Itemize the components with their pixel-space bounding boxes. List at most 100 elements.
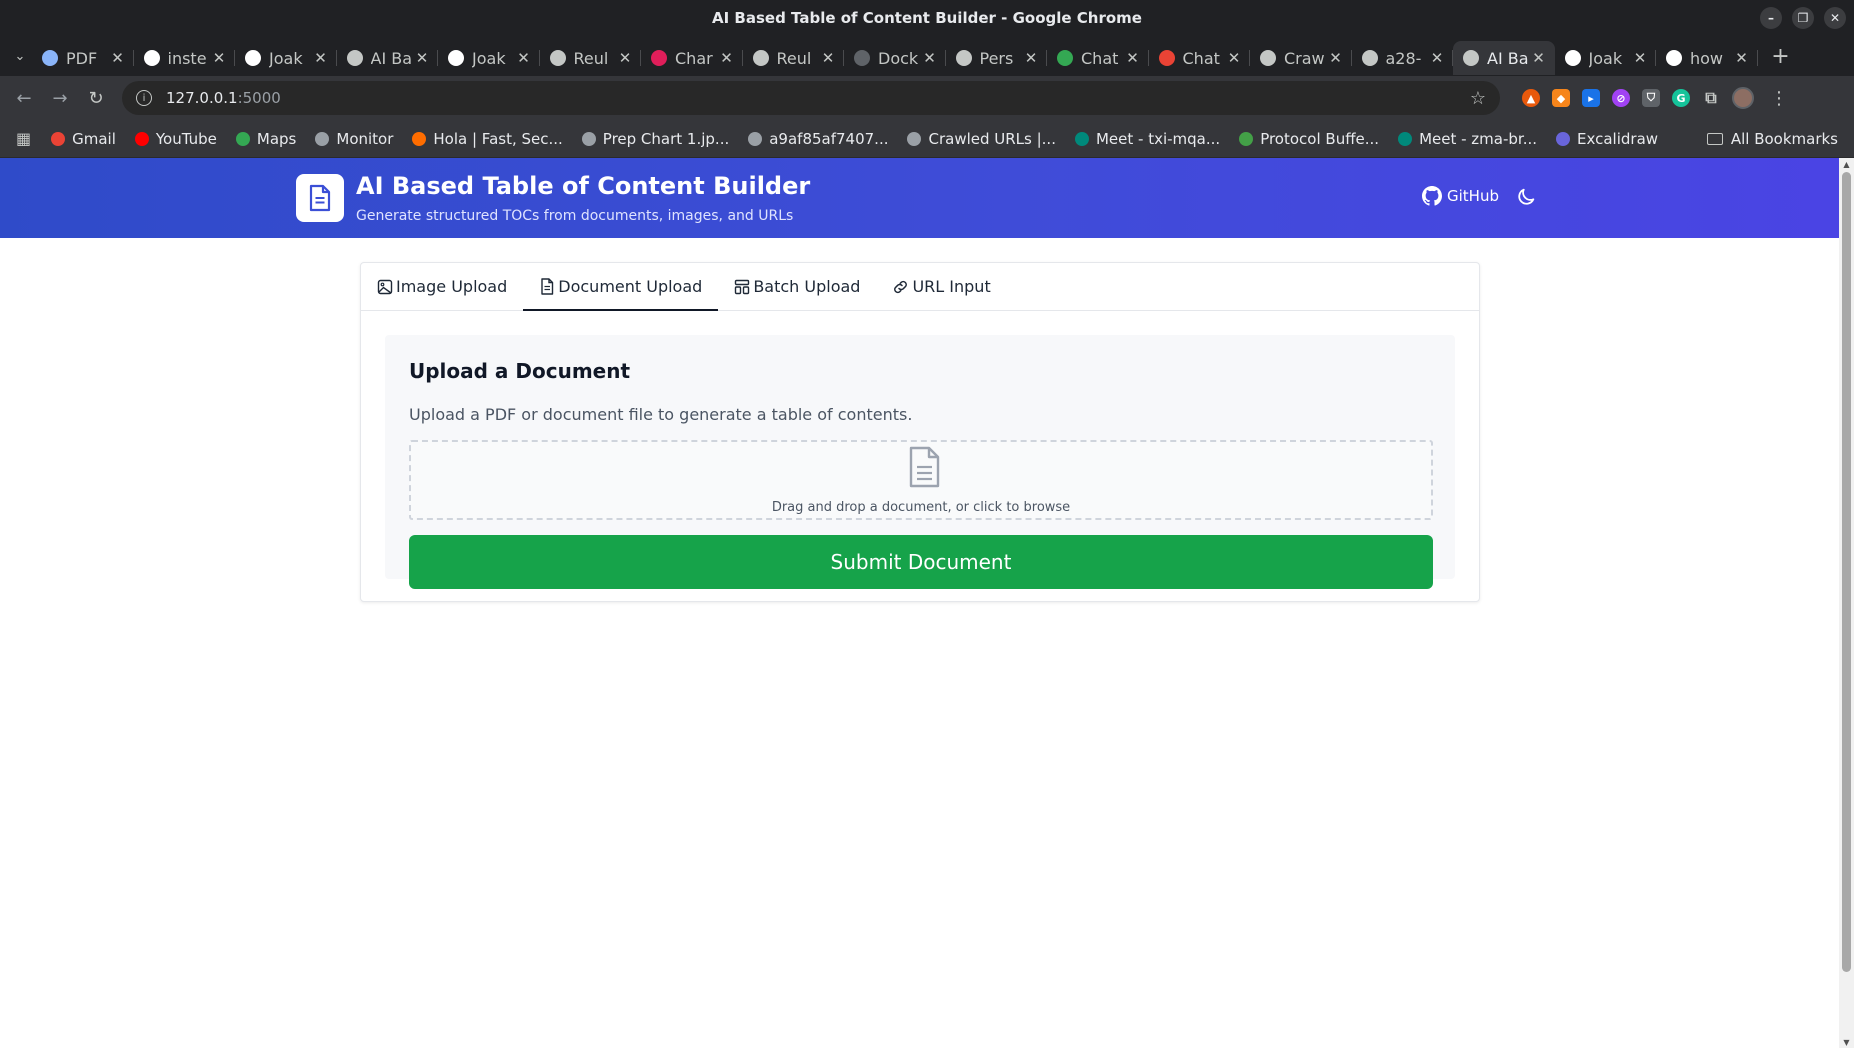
reload-icon[interactable]: ↻ <box>80 82 112 114</box>
github-icon <box>245 50 261 66</box>
github-icon <box>1564 50 1581 66</box>
bookmark-item[interactable]: a9af85af7407... <box>748 130 888 148</box>
globe-icon <box>1361 50 1378 66</box>
github-link[interactable]: GitHub <box>1422 186 1499 206</box>
tab-document-upload[interactable]: Document Upload <box>523 263 719 311</box>
browser-tab[interactable]: Reul ✕ <box>743 41 845 75</box>
bookmark-item[interactable]: Meet - txi-mqa... <box>1074 130 1220 148</box>
browser-tab[interactable]: Chat ✕ <box>1047 41 1149 75</box>
browser-tab[interactable]: how ✕ <box>1656 41 1758 75</box>
bookmark-item[interactable]: YouTube <box>134 130 217 148</box>
gear-icon <box>42 50 58 66</box>
scroll-up-icon[interactable]: ▲ <box>1842 160 1851 169</box>
browser-tab[interactable]: Joak ✕ <box>1555 41 1657 75</box>
scroll-thumb[interactable] <box>1842 172 1851 972</box>
fire-extension-icon[interactable]: ▲ <box>1522 89 1540 107</box>
close-tab-icon[interactable]: ✕ <box>1023 49 1039 67</box>
close-tab-icon[interactable]: ✕ <box>1226 49 1242 67</box>
close-window-icon[interactable]: ✕ <box>1824 7 1846 29</box>
google-chat-icon <box>1158 50 1175 66</box>
browser-tab[interactable]: Reul ✕ <box>540 41 642 75</box>
close-tab-icon[interactable]: ✕ <box>1734 49 1750 67</box>
bookmark-label: Excalidraw <box>1577 129 1659 148</box>
bookmark-item[interactable]: Hola | Fast, Sec... <box>412 130 563 148</box>
browser-tab[interactable]: Joak ✕ <box>235 41 337 75</box>
tab-image-upload[interactable]: Image Upload <box>377 263 523 310</box>
tab-batch-upload[interactable]: Batch Upload <box>734 263 876 310</box>
browser-tab[interactable]: Craw ✕ <box>1250 41 1352 75</box>
close-tab-icon[interactable]: ✕ <box>516 49 532 67</box>
tab-label: Batch Upload <box>753 277 861 296</box>
ext-blue-icon[interactable]: ▸ <box>1582 89 1600 107</box>
bookmark-favicon-icon <box>1398 131 1413 146</box>
bookmark-item[interactable]: Gmail <box>51 130 116 148</box>
all-bookmarks-button[interactable]: All Bookmarks <box>1706 130 1838 148</box>
metamask-extension-icon[interactable]: ◆ <box>1552 89 1570 107</box>
page-scrollbar[interactable]: ▲ ▼ <box>1839 158 1854 1048</box>
submit-document-button[interactable]: Submit Document <box>409 535 1433 589</box>
close-tab-icon[interactable]: ✕ <box>1125 49 1141 67</box>
browser-tab[interactable]: PDF ✕ <box>32 41 134 75</box>
bookmark-item[interactable]: Monitor <box>315 130 393 148</box>
close-tab-icon[interactable]: ✕ <box>110 49 126 67</box>
browser-tab[interactable]: Chat ✕ <box>1149 41 1251 75</box>
browser-tab[interactable]: Joak ✕ <box>438 41 540 75</box>
tab-search-icon[interactable]: ⌄ <box>8 49 32 64</box>
github-label: GitHub <box>1447 187 1499 205</box>
bookmark-label: Maps <box>256 129 297 148</box>
close-tab-icon[interactable]: ✕ <box>1429 49 1445 67</box>
bookmark-item[interactable]: Excalidraw <box>1556 130 1658 148</box>
scroll-down-icon[interactable]: ▼ <box>1842 1038 1851 1047</box>
extensions-puzzle-icon[interactable]: ⧉ <box>1702 88 1720 107</box>
browser-tab[interactable]: Dock ✕ <box>844 41 946 75</box>
close-tab-icon[interactable]: ✕ <box>1328 49 1344 67</box>
document-dropzone[interactable]: Drag and drop a document, or click to br… <box>409 440 1433 520</box>
shield-extension-icon[interactable]: ⛉ <box>1642 89 1660 107</box>
close-tab-icon[interactable]: ✕ <box>313 49 329 67</box>
browser-tab[interactable]: a28- ✕ <box>1352 41 1454 75</box>
close-tab-icon[interactable]: ✕ <box>414 49 430 67</box>
profile-avatar[interactable] <box>1732 87 1754 109</box>
browser-tab[interactable]: AI Ba ✕ <box>337 41 439 75</box>
apps-grid-icon[interactable]: ▦ <box>16 129 31 148</box>
browser-toolbar: ← → ↻ i 127.0.0.1:5000 ☆ ▲ ◆ ▸ ⊘ ⛉ G ⧉ ⋮ <box>0 76 1854 120</box>
close-tab-icon[interactable]: ✕ <box>1531 49 1547 67</box>
site-info-icon[interactable]: i <box>136 90 152 106</box>
browser-tab[interactable]: inste ✕ <box>134 41 236 75</box>
tab-title: how <box>1690 48 1724 68</box>
bookmark-item[interactable]: Meet - zma-br... <box>1398 130 1537 148</box>
close-tab-icon[interactable]: ✕ <box>211 49 227 67</box>
bookmark-item[interactable]: Protocol Buffe... <box>1239 130 1379 148</box>
tab-title: Craw <box>1284 48 1325 68</box>
bookmark-list: Gmail YouTube Maps Monitor Hola | Fast, Sec.… <box>51 130 1677 148</box>
bookmark-item[interactable]: Maps <box>235 129 297 148</box>
tab-title: AI Ba <box>1487 48 1529 68</box>
bookmark-favicon-icon <box>235 131 250 146</box>
minimize-icon[interactable]: – <box>1760 7 1782 29</box>
forward-icon[interactable]: → <box>44 82 76 114</box>
address-bar[interactable]: i 127.0.0.1:5000 ☆ <box>122 81 1500 115</box>
close-tab-icon[interactable]: ✕ <box>922 49 938 67</box>
bookmark-item[interactable]: Prep Chart 1.jp... <box>581 130 729 148</box>
tab-title: Dock <box>878 48 919 68</box>
grammarly-extension-icon[interactable]: G <box>1672 89 1690 107</box>
chrome-menu-icon[interactable]: ⋮ <box>1770 88 1788 109</box>
ext-purple-icon[interactable]: ⊘ <box>1612 89 1630 107</box>
close-tab-icon[interactable]: ✕ <box>719 49 735 67</box>
tab-url-input[interactable]: URL Input <box>892 263 1006 310</box>
bookmark-star-icon[interactable]: ☆ <box>1470 88 1486 109</box>
browser-tab[interactable]: Char ✕ <box>641 41 743 75</box>
dark-mode-toggle-icon[interactable] <box>1515 186 1537 208</box>
close-tab-icon[interactable]: ✕ <box>1632 49 1648 67</box>
panel-description: Upload a PDF or document file to generat… <box>409 405 913 424</box>
slack-icon <box>651 50 667 66</box>
browser-tab[interactable]: AI Ba ✕ <box>1453 41 1555 75</box>
browser-tab[interactable]: Pers ✕ <box>946 41 1048 75</box>
new-tab-icon[interactable]: + <box>1766 44 1796 69</box>
restore-icon[interactable]: ❐ <box>1792 7 1814 29</box>
back-icon[interactable]: ← <box>8 82 40 114</box>
close-tab-icon[interactable]: ✕ <box>820 49 836 67</box>
bookmark-item[interactable]: Crawled URLs |... <box>907 130 1056 148</box>
close-tab-icon[interactable]: ✕ <box>617 49 633 67</box>
bookmark-favicon-icon <box>134 131 149 146</box>
